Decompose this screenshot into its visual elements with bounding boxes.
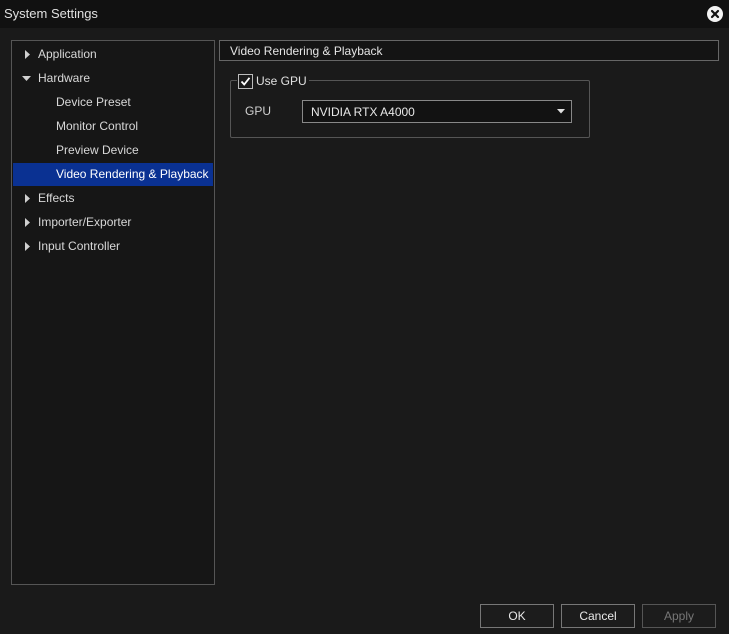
- expand-arrow-icon[interactable]: [25, 187, 35, 210]
- collapse-arrow-icon[interactable]: [22, 67, 32, 90]
- tree-item-label: Video Rendering & Playback: [56, 167, 209, 181]
- gpu-select-value: NVIDIA RTX A4000: [311, 105, 415, 119]
- tree-item-monitor-control[interactable]: Monitor Control: [13, 115, 213, 138]
- expand-arrow-icon[interactable]: [25, 235, 35, 258]
- tree-item-label: Device Preset: [56, 95, 131, 109]
- tree-item-application[interactable]: Application: [13, 43, 213, 66]
- tree-item-hardware[interactable]: Hardware: [13, 67, 213, 90]
- tree-item-label: Input Controller: [38, 239, 121, 253]
- use-gpu-checkbox[interactable]: [238, 74, 253, 89]
- close-button[interactable]: [707, 6, 723, 22]
- chevron-down-icon: [557, 109, 565, 114]
- tree-item-label: Effects: [38, 191, 75, 205]
- cancel-button[interactable]: Cancel: [561, 604, 635, 628]
- tree-item-effects[interactable]: Effects: [13, 187, 213, 210]
- tree-item-label: Application: [38, 47, 97, 61]
- gpu-select[interactable]: NVIDIA RTX A4000: [302, 100, 572, 123]
- settings-tree: Application Hardware Device Preset Monit…: [11, 40, 215, 585]
- expand-arrow-icon[interactable]: [25, 211, 35, 234]
- tree-item-device-preset[interactable]: Device Preset: [13, 91, 213, 114]
- tree-item-input-controller[interactable]: Input Controller: [13, 235, 213, 258]
- tree-item-importer-exporter[interactable]: Importer/Exporter: [13, 211, 213, 234]
- checkmark-icon: [240, 77, 251, 86]
- apply-button[interactable]: Apply: [642, 604, 716, 628]
- section-header: Video Rendering & Playback: [219, 40, 719, 61]
- tree-item-label: Hardware: [38, 71, 91, 85]
- gpu-label: GPU: [245, 104, 272, 118]
- tree-item-video-rendering-playback[interactable]: Video Rendering & Playback: [13, 163, 213, 186]
- window-title: System Settings: [4, 6, 98, 21]
- tree-item-label: Importer/Exporter: [38, 215, 132, 229]
- tree-item-label: Monitor Control: [56, 119, 139, 133]
- tree-item-label: Preview Device: [56, 143, 139, 157]
- expand-arrow-icon[interactable]: [25, 43, 35, 66]
- ok-button[interactable]: OK: [480, 604, 554, 628]
- use-gpu-label[interactable]: Use GPU: [256, 74, 307, 88]
- section-title: Video Rendering & Playback: [230, 44, 383, 58]
- close-icon: [710, 9, 720, 19]
- title-bar: System Settings: [0, 0, 729, 28]
- tree-item-preview-device[interactable]: Preview Device: [13, 139, 213, 162]
